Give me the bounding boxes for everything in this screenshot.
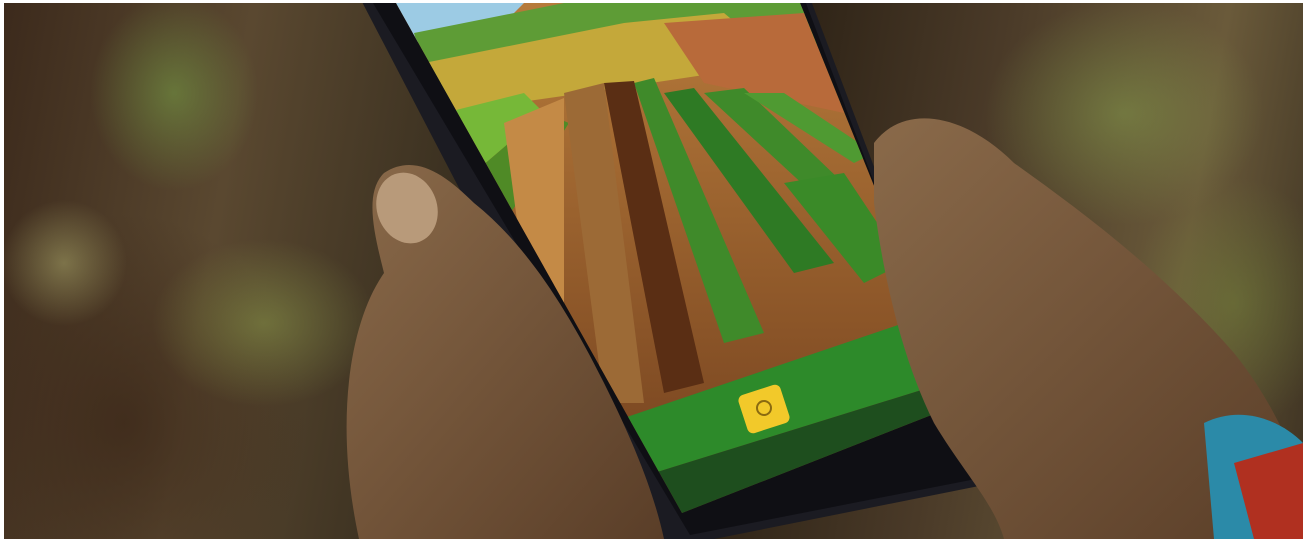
scene [346, 3, 1303, 539]
photo-frame [4, 3, 1303, 539]
